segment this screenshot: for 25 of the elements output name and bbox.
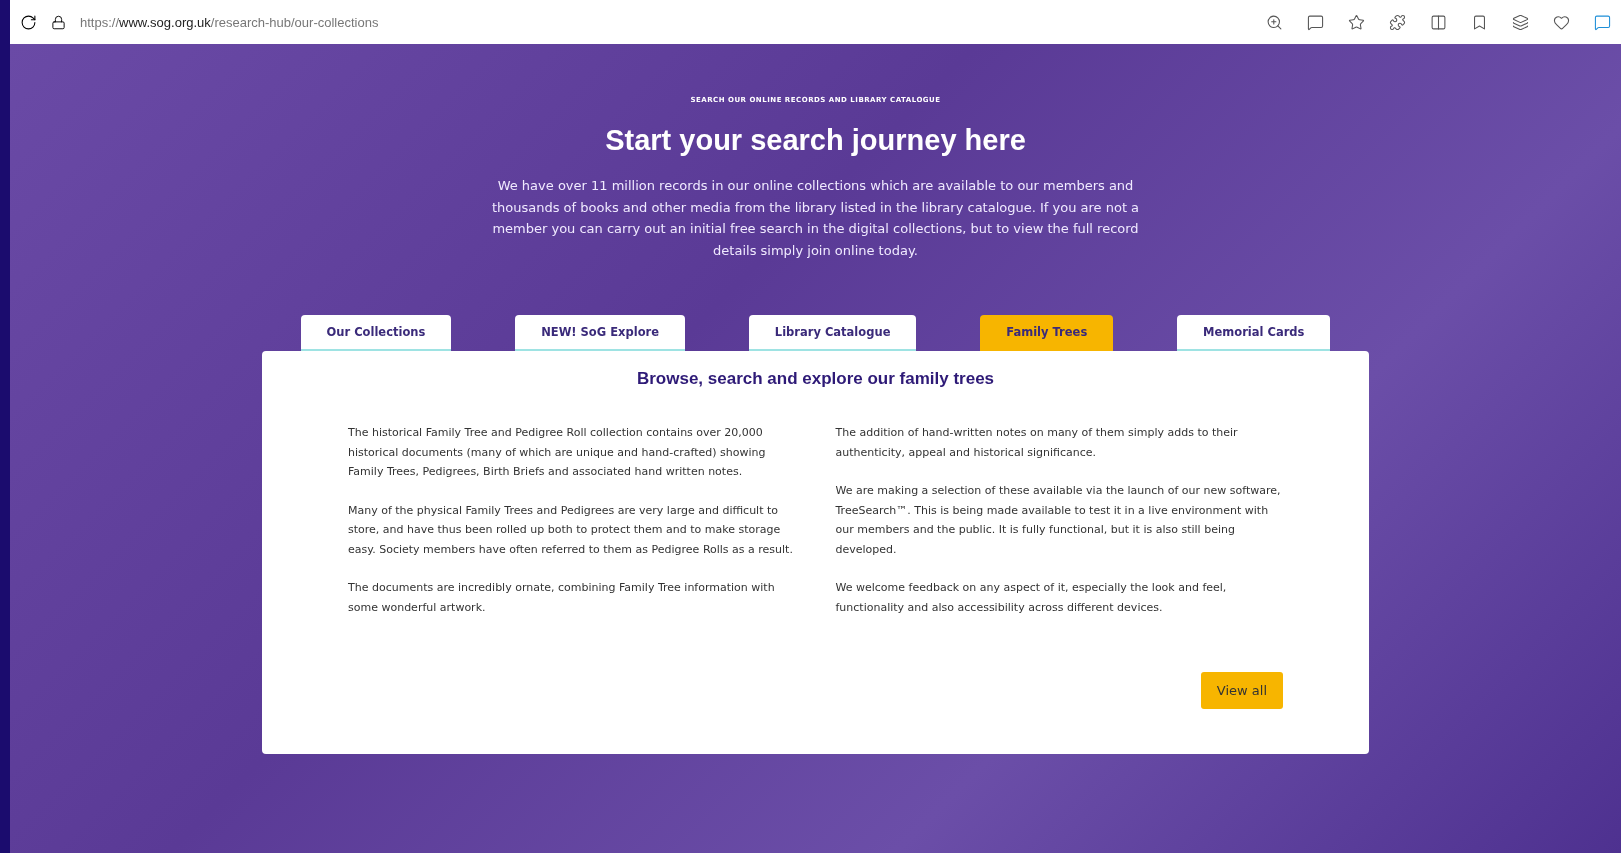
lock-icon[interactable] <box>51 14 66 30</box>
tab[interactable]: Library Catalogue <box>748 315 917 351</box>
heart-icon[interactable] <box>1553 13 1570 31</box>
puzzle-icon[interactable] <box>1389 13 1406 31</box>
tab[interactable]: NEW! SoG Explore <box>515 315 685 351</box>
panel-title: Browse, search and explore our family trees <box>635 369 996 389</box>
tab[interactable]: Our Collections <box>300 315 452 351</box>
hero-intro: We have over 11 million records in our online collections which are available to our members and thousands of books and other media from the library listed in the library catalogue. If you are not a member you can carry out an initial free search in the digital collections, but to view the full record details simply join online today. <box>490 177 1141 260</box>
refresh-icon[interactable] <box>20 13 37 31</box>
view-all-button[interactable]: View all <box>1200 672 1283 709</box>
paragraph: The historical Family Tree and Pedigree Roll collection contains over 20,000 historical documents (many of which are unique and hand-crafted) showing Family Trees, Pedigrees, Birth Briefs and associated hand written notes. <box>348 425 767 480</box>
paragraph: We are making a selection of these available via the launch of our new software, TreeSearch™. This is being made available to test it in a live environment with our members and the public. It is fully functional, but it is also still being developed. <box>835 483 1282 558</box>
paragraph: The addition of hand-written notes on many of them simply adds to their authenticity, appeal and historical significance. <box>835 425 1239 461</box>
paragraph: Many of the physical Family Trees and Pedigrees are very large and difficult to store, and have thus been rolled up both to protect them and to make storage easy. Society members have often referred to them as Pedigree Rolls as a result. <box>348 502 794 558</box>
favorites-icon[interactable] <box>1471 13 1488 31</box>
paragraph: The documents are incredibly ornate, combining Family Tree information with some wonderful artwork. <box>348 580 776 616</box>
split-screen-icon[interactable] <box>1430 13 1447 31</box>
chat-icon[interactable] <box>1594 13 1611 31</box>
address-bar-url[interactable]: https://www.sog.org.uk/research-hub/our-collections <box>80 14 1252 30</box>
paragraph: We welcome feedback on any aspect of it, especially the look and feel, functionality and also accessibility across different devices. <box>835 580 1228 616</box>
hero-title: Start your search journey here <box>605 124 1026 157</box>
tab[interactable]: Family Trees <box>980 315 1114 351</box>
tab[interactable]: Memorial Cards <box>1177 315 1331 351</box>
zoom-icon[interactable] <box>1266 13 1283 31</box>
star-icon[interactable] <box>1348 13 1365 31</box>
